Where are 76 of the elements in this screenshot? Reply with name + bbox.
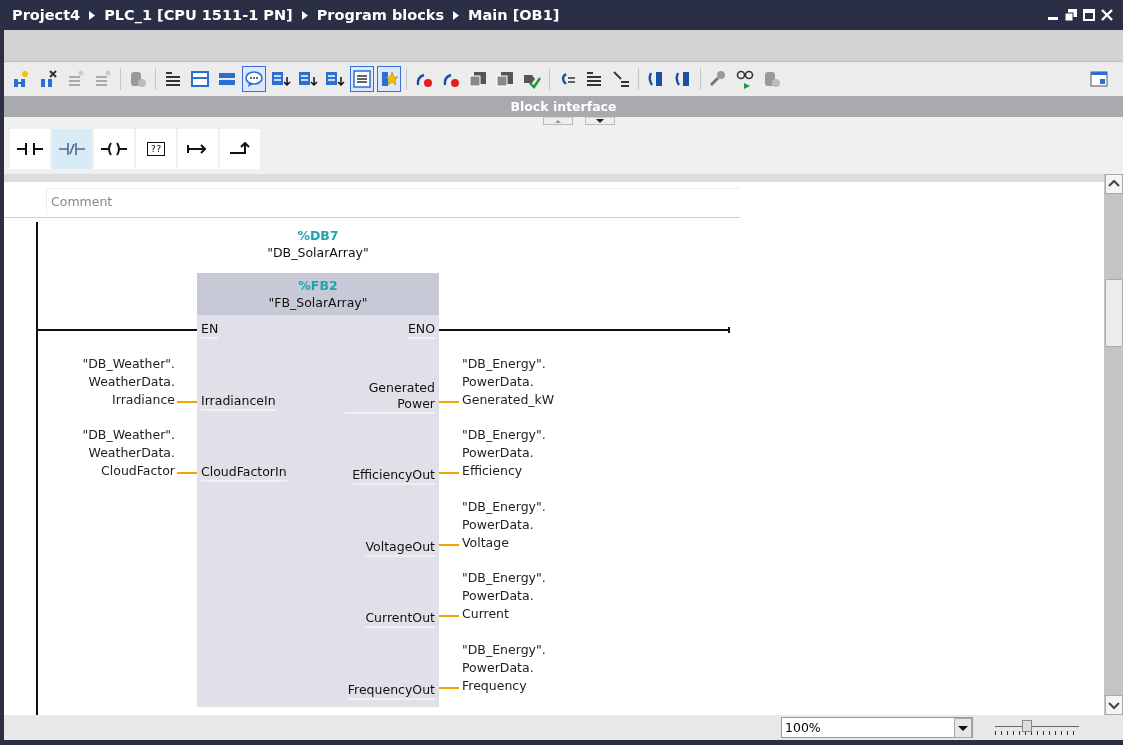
star-icon bbox=[379, 69, 399, 89]
scroll-up-icon[interactable] bbox=[1104, 174, 1123, 194]
download-icon bbox=[325, 69, 345, 89]
coil-icon bbox=[101, 142, 127, 156]
block-address: %FB2 bbox=[298, 278, 338, 293]
comment-icon bbox=[244, 69, 264, 89]
pin-label: EN bbox=[201, 321, 219, 339]
breadcrumb-item[interactable]: Program blocks bbox=[316, 7, 445, 23]
wire bbox=[439, 543, 459, 546]
operand-label: "DB_Energy". PowerData. Current bbox=[462, 569, 546, 623]
breadcrumb-item[interactable]: PLC_1 [CPU 1511-1 PN] bbox=[104, 7, 293, 23]
toolbar-button[interactable] bbox=[242, 66, 266, 92]
operand-label: "DB_Weather". WeatherData. CloudFactor bbox=[82, 426, 175, 480]
caret-icon bbox=[89, 11, 96, 20]
scroll-thumb[interactable] bbox=[1105, 279, 1123, 347]
pin-label: IrradianceIn bbox=[201, 392, 276, 411]
block-name: "FB_SolarArray" bbox=[268, 295, 368, 310]
breadcrumb-item[interactable]: Project4 bbox=[12, 7, 81, 23]
caret-icon bbox=[301, 11, 308, 20]
scroll-down-icon[interactable] bbox=[1104, 695, 1123, 715]
operand-label: "DB_Weather". WeatherData. Irradiance bbox=[82, 354, 175, 409]
wire bbox=[439, 686, 459, 689]
pin-label: FrequencyOut bbox=[347, 681, 435, 700]
copy-icon bbox=[495, 69, 515, 89]
operand-label: "DB_Energy". PowerData. Efficiency bbox=[462, 426, 546, 480]
section-title: Block interface bbox=[510, 99, 617, 114]
branch-open-icon bbox=[187, 142, 209, 156]
download-icon bbox=[298, 69, 318, 89]
restore-icon[interactable] bbox=[1065, 9, 1077, 21]
pin-label: Generated Power bbox=[345, 379, 435, 414]
palette-button[interactable] bbox=[10, 129, 50, 169]
close-icon[interactable] bbox=[1101, 9, 1113, 21]
negated-contact-icon bbox=[59, 142, 85, 156]
branch-close-icon bbox=[229, 142, 251, 156]
wire bbox=[439, 400, 459, 403]
network-delete-icon bbox=[39, 69, 59, 89]
contact-icon bbox=[17, 142, 43, 156]
palette-button[interactable] bbox=[178, 129, 218, 169]
zoom-dropdown[interactable]: 100% bbox=[781, 717, 973, 738]
wire bbox=[177, 472, 197, 474]
lines-icon bbox=[66, 69, 86, 89]
download-icon bbox=[271, 69, 291, 89]
zoom-slider[interactable] bbox=[995, 719, 1079, 736]
copy-icon bbox=[468, 69, 488, 89]
pin-label: ENO bbox=[407, 321, 435, 339]
operand-label: "DB_Energy". PowerData. Voltage bbox=[462, 497, 546, 552]
wire-end bbox=[728, 327, 730, 333]
wire bbox=[177, 400, 197, 403]
instance-name: "DB_SolarArray" bbox=[267, 245, 369, 260]
pin-label: VoltageOut bbox=[365, 538, 435, 557]
breadcrumb-item[interactable]: Main [OB1] bbox=[468, 7, 560, 23]
list-icon bbox=[584, 69, 604, 89]
palette-button[interactable] bbox=[220, 129, 260, 169]
glasses-icon bbox=[735, 69, 755, 89]
palette-button[interactable]: ?? bbox=[136, 129, 176, 169]
wire bbox=[439, 615, 459, 617]
operand-label: "DB_Energy". PowerData. Frequency bbox=[462, 640, 546, 695]
list-icon bbox=[163, 69, 183, 89]
lines-icon bbox=[93, 69, 113, 89]
caret-icon bbox=[453, 11, 460, 20]
list-icon bbox=[352, 69, 372, 89]
expand-down-icon[interactable] bbox=[584, 117, 615, 125]
operand-label: "DB_Energy". PowerData. Generated_kW bbox=[462, 354, 555, 409]
pin-label: CurrentOut bbox=[365, 610, 435, 628]
maximize-icon[interactable] bbox=[1083, 9, 1095, 21]
comment-field[interactable]: Comment bbox=[46, 188, 740, 214]
wire bbox=[439, 472, 459, 474]
pin-label: CloudFactorIn bbox=[201, 464, 287, 482]
scrollbar[interactable] bbox=[1104, 174, 1123, 715]
pin-label: EfficiencyOut bbox=[352, 467, 435, 485]
toolbar-button[interactable] bbox=[350, 66, 374, 92]
panel-icon[interactable] bbox=[1089, 69, 1109, 89]
window-icon bbox=[190, 69, 210, 89]
instance-address: %DB7 bbox=[297, 228, 339, 243]
palette-button[interactable] bbox=[94, 129, 134, 169]
branch-icon bbox=[611, 69, 631, 89]
